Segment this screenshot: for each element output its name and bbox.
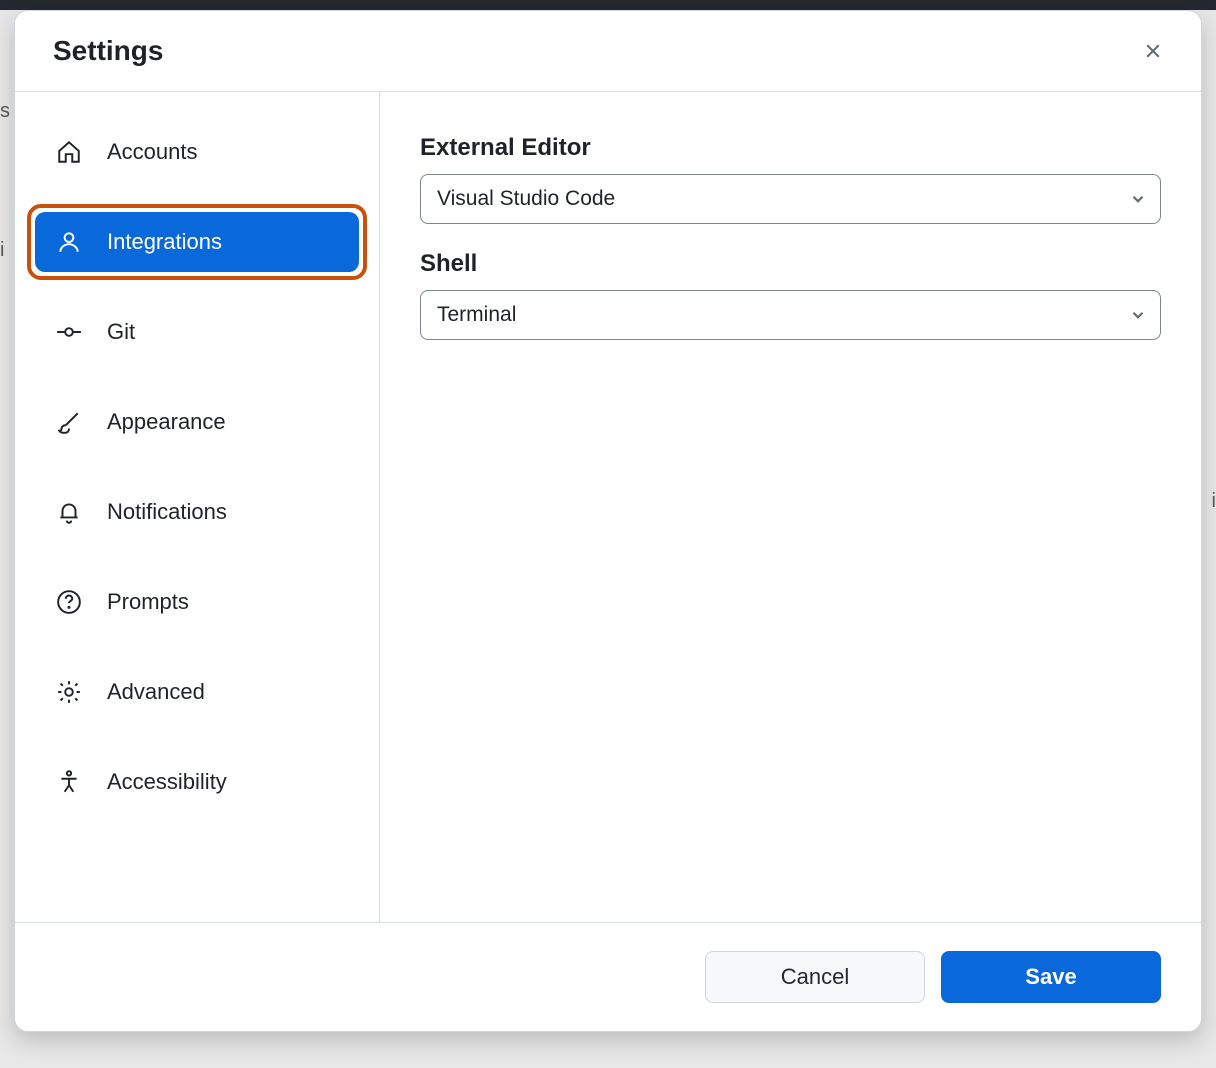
modal-body: Accounts Integrations Git [15,92,1201,922]
sidebar-item-prompts[interactable]: Prompts [35,572,359,632]
close-icon [1142,40,1164,62]
external-editor-value: Visual Studio Code [437,187,615,210]
sidebar-item-integrations[interactable]: Integrations [35,212,359,272]
sidebar-item-label: Accounts [107,139,198,165]
modal-header: Settings [15,11,1201,92]
git-commit-icon [55,318,83,346]
sidebar-item-git[interactable]: Git [35,302,359,362]
sidebar-item-label: Accessibility [107,769,227,795]
person-icon [55,228,83,256]
shell-value: Terminal [437,303,516,326]
settings-sidebar: Accounts Integrations Git [15,92,380,922]
sidebar-item-accessibility[interactable]: Accessibility [35,752,359,812]
sidebar-item-notifications[interactable]: Notifications [35,482,359,542]
gear-icon [55,678,83,706]
external-editor-label: External Editor [420,134,1161,162]
close-button[interactable] [1135,33,1171,69]
sidebar-item-appearance[interactable]: Appearance [35,392,359,452]
shell-label: Shell [420,250,1161,278]
settings-modal: Settings Accounts Integra [14,10,1202,1032]
external-editor-group: External Editor Visual Studio Code [420,134,1161,224]
sidebar-item-label: Prompts [107,589,189,615]
shell-select[interactable]: Terminal [420,290,1161,340]
modal-footer: Cancel Save [15,922,1201,1031]
cancel-button[interactable]: Cancel [705,951,925,1003]
sidebar-item-label: Appearance [107,409,226,435]
save-button[interactable]: Save [941,951,1161,1003]
home-icon [55,138,83,166]
sidebar-item-accounts[interactable]: Accounts [35,122,359,182]
sidebar-item-label: Notifications [107,499,227,525]
shell-group: Shell Terminal [420,250,1161,340]
external-editor-select[interactable]: Visual Studio Code [420,174,1161,224]
paintbrush-icon [55,408,83,436]
sidebar-item-highlight: Integrations [27,204,367,280]
settings-content: External Editor Visual Studio Code Shell… [380,92,1201,922]
bell-icon [55,498,83,526]
sidebar-item-label: Advanced [107,679,205,705]
question-icon [55,588,83,616]
sidebar-item-label: Integrations [107,229,222,255]
accessibility-icon [55,768,83,796]
sidebar-item-advanced[interactable]: Advanced [35,662,359,722]
modal-title: Settings [53,35,163,67]
sidebar-item-label: Git [107,319,135,345]
